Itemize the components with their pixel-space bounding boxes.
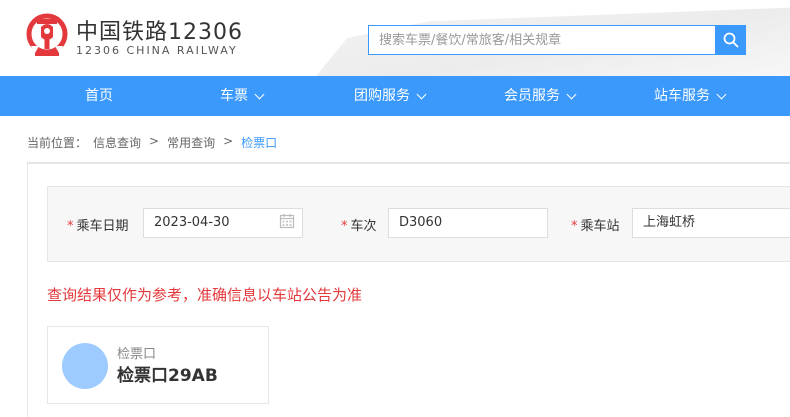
nav-item-label: 车票 [220, 88, 248, 104]
breadcrumb-item-info-query[interactable]: 信息查询 [93, 134, 141, 151]
main-nav: 首页 车票 团购服务 会员服务 站车服务 [0, 76, 790, 116]
nav-item-home[interactable]: 首页 [85, 76, 113, 116]
nav-item-group-service[interactable]: 团购服务 [354, 76, 427, 116]
notice-text: 查询结果仅作为参考，准确信息以车站公告为准 [47, 286, 363, 304]
station-label: * 乘车站 [571, 219, 620, 234]
chevron-down-icon [716, 89, 727, 99]
breadcrumb-prefix: 当前位置： [27, 136, 88, 150]
required-mark: * [341, 219, 348, 234]
breadcrumb-item-common-query[interactable]: 常用查询 [167, 134, 215, 151]
breadcrumb: 当前位置： 信息查询 > 常用查询 > 检票口 [27, 134, 277, 151]
china-railway-logo-icon[interactable] [25, 13, 69, 59]
date-label: * 乘车日期 [67, 219, 129, 234]
site-header: 中国铁路12306 12306 CHINA RAILWAY [0, 0, 790, 76]
nav-item-member-service[interactable]: 会员服务 [504, 76, 577, 116]
nav-item-label: 首页 [85, 88, 113, 104]
train-label: * 车次 [341, 219, 377, 234]
nav-item-tickets[interactable]: 车票 [220, 76, 265, 116]
result-label: 检票口 [117, 347, 157, 362]
chevron-down-icon [416, 89, 427, 99]
nav-item-label: 团购服务 [354, 88, 410, 104]
brand-name-en[interactable]: 12306 CHINA RAILWAY [76, 44, 238, 57]
chevron-down-icon [254, 89, 265, 99]
nav-item-label: 会员服务 [504, 88, 560, 104]
required-mark: * [67, 219, 74, 234]
search-input[interactable] [369, 26, 719, 54]
nav-item-label: 站车服务 [654, 88, 710, 104]
search-icon [723, 32, 739, 48]
train-number-field[interactable]: D3060 [388, 208, 548, 238]
brand-name-cn[interactable]: 中国铁路12306 [76, 14, 243, 46]
breadcrumb-separator: > [223, 134, 234, 148]
nav-item-station-service[interactable]: 站车服务 [654, 76, 727, 116]
search-button[interactable] [716, 25, 746, 55]
required-mark: * [571, 219, 578, 234]
station-field[interactable]: 上海虹桥 [632, 208, 790, 238]
calendar-icon[interactable] [279, 213, 295, 229]
breadcrumb-item-current[interactable]: 检票口 [241, 134, 277, 151]
gate-avatar [62, 343, 108, 389]
breadcrumb-separator: > [149, 134, 160, 148]
result-value: 检票口29AB [117, 366, 218, 386]
search-box [368, 25, 719, 55]
chevron-down-icon [566, 89, 577, 99]
